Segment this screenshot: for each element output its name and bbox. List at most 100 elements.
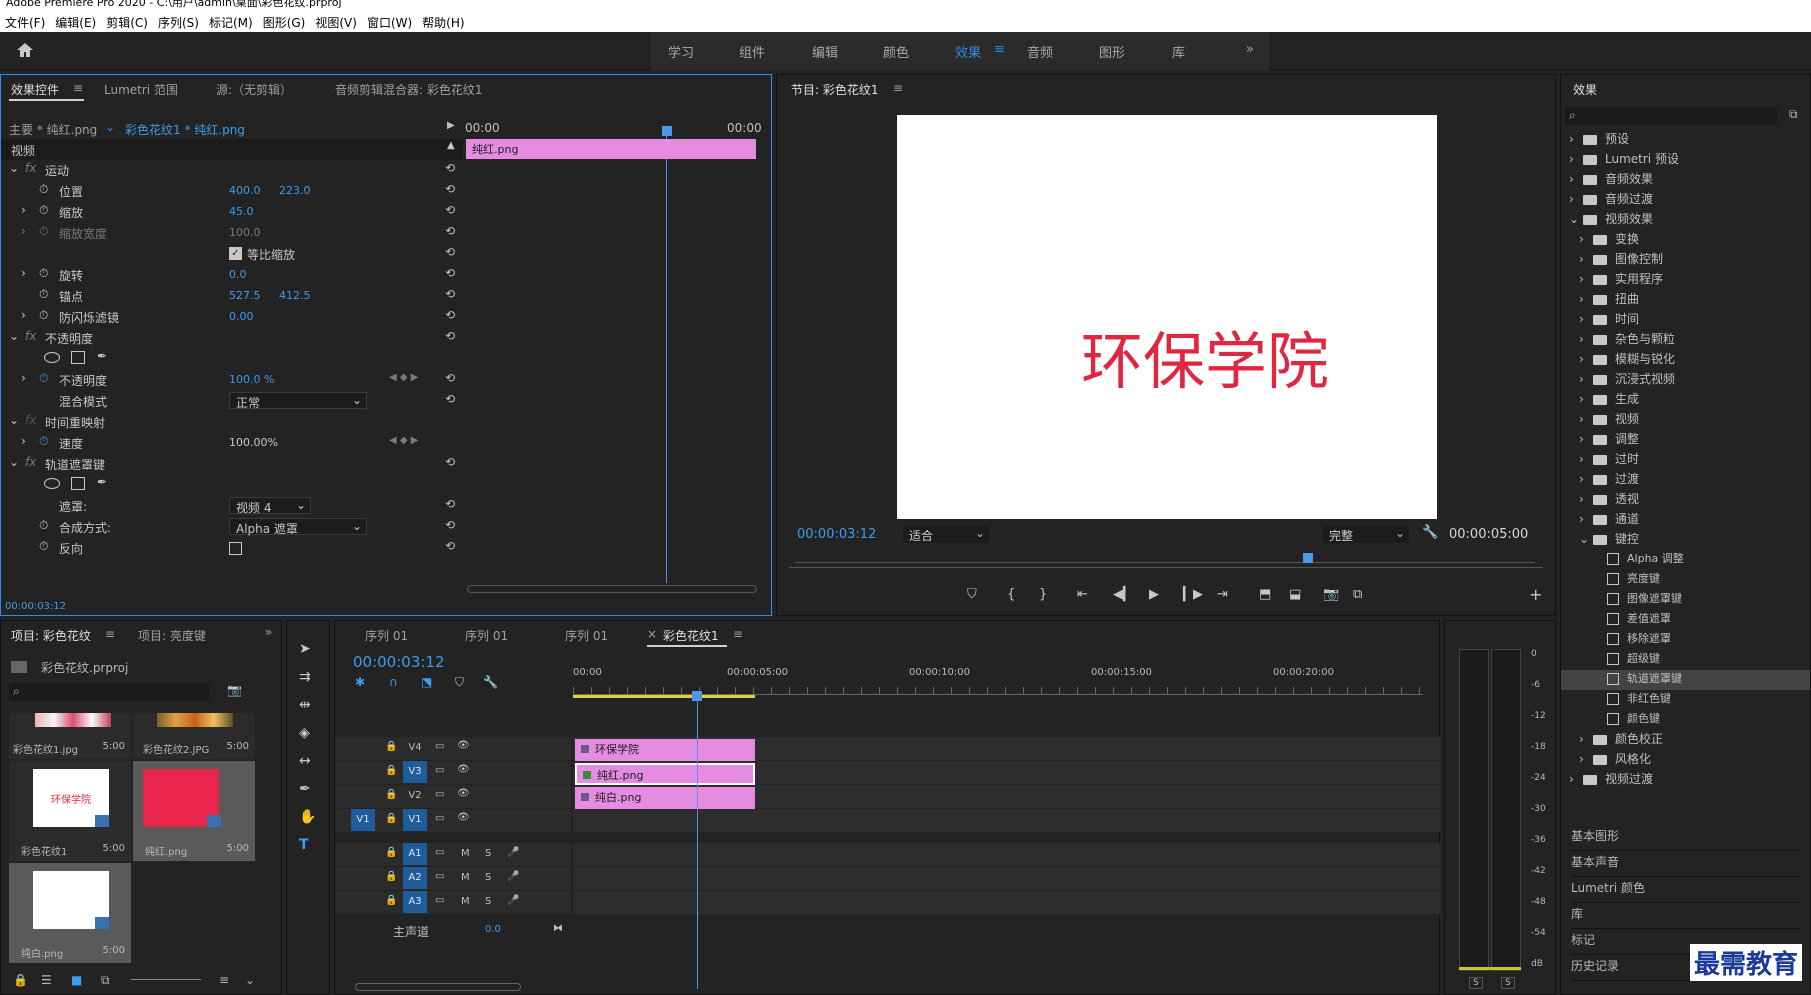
ellipse-mask-icon[interactable]	[44, 352, 60, 363]
tab-project-luma[interactable]: 项目: 亮度键	[138, 627, 206, 644]
lock-track-icon[interactable]: 🔒	[385, 895, 397, 906]
track-target-a3[interactable]: A3	[403, 891, 427, 913]
stopwatch-icon[interactable]: ⏱	[39, 203, 48, 218]
anchor-y-value[interactable]: 412.5	[279, 289, 311, 302]
workspace-tab-libraries[interactable]: 库	[1172, 42, 1185, 61]
project-item[interactable]: 彩色花纹1.jpg 5:00	[9, 713, 131, 759]
timeline-tab-seq1[interactable]: 序列 01	[365, 627, 408, 644]
ellipse-mask-icon[interactable]	[44, 478, 60, 489]
effects-tree-item[interactable]: › 过渡	[1579, 470, 1807, 490]
track-target-v4[interactable]: V4	[403, 737, 427, 759]
effects-tree-item[interactable]: › 沉浸式视频	[1579, 370, 1807, 390]
selection-tool-icon[interactable]: ➤	[299, 641, 311, 657]
effects-tree-item[interactable]: › Lumetri 预设	[1569, 150, 1807, 170]
mute-button[interactable]: M	[461, 848, 470, 859]
reset-icon[interactable]: ⟲	[445, 539, 455, 553]
chevron-right-icon[interactable]: ›	[1579, 292, 1593, 306]
chevron-right-icon[interactable]: ›	[1569, 772, 1583, 786]
effects-tree-item[interactable]: ⌄ 键控	[1579, 530, 1807, 550]
position-y-value[interactable]: 223.0	[279, 184, 311, 197]
timeline-tab-seq2[interactable]: 序列 01	[465, 627, 508, 644]
program-time-ruler[interactable]	[795, 553, 1535, 563]
menu-file[interactable]: 文件(F)	[0, 10, 50, 31]
effects-title[interactable]: 效果	[1573, 81, 1597, 98]
fx-icon[interactable]: fx	[25, 329, 36, 343]
ec-playhead-handle[interactable]	[662, 126, 672, 136]
project-item-selected[interactable]: 纯红.png 5:00	[133, 761, 255, 861]
program-playhead[interactable]	[1303, 553, 1313, 563]
reset-icon[interactable]: ⟲	[445, 371, 455, 385]
effects-tree-item[interactable]: › 时间	[1579, 310, 1807, 330]
track-target-v3[interactable]: V3	[403, 761, 427, 783]
chevron-right-icon[interactable]: ›	[1579, 352, 1593, 366]
track-lane[interactable]	[573, 891, 1441, 914]
workspace-tab-effects[interactable]: 效果	[955, 42, 981, 61]
microphone-icon[interactable]: 🎤	[507, 871, 519, 882]
chevron-right-icon[interactable]: ›	[1579, 312, 1593, 326]
mute-button[interactable]: M	[461, 896, 470, 907]
reset-icon[interactable]: ⟲	[445, 455, 455, 469]
timeline-clip-text[interactable]: 环保学院	[575, 739, 755, 761]
expand-icon[interactable]: ›	[21, 308, 26, 322]
step-back-icon[interactable]: ◀▎	[1113, 587, 1133, 602]
menu-help[interactable]: 帮助(H)	[417, 10, 469, 31]
stopwatch-icon[interactable]: ⏱	[39, 434, 48, 449]
compare-icon[interactable]: ⧉	[1353, 587, 1362, 602]
panel-header-3[interactable]: 库	[1571, 905, 1801, 929]
tab-effect-controls[interactable]: 效果控件	[11, 81, 59, 98]
settings-wrench-icon[interactable]: 🔧	[483, 675, 498, 689]
expand-icon[interactable]: ›	[21, 371, 26, 385]
effects-tree-item[interactable]: › 视频	[1579, 410, 1807, 430]
program-title[interactable]: 节目: 彩色花纹1	[791, 81, 879, 98]
tab-source[interactable]: 源:（无剪辑）	[216, 81, 292, 98]
reverse-checkbox[interactable]	[229, 542, 242, 555]
opacity-value[interactable]: 100.0 %	[229, 373, 274, 386]
effects-tree-item[interactable]: › 风格化	[1579, 750, 1807, 770]
pen-mask-icon[interactable]: ✒	[97, 475, 107, 489]
chevron-right-icon[interactable]: ›	[1579, 412, 1593, 426]
reset-icon[interactable]: ⟲	[445, 161, 455, 175]
sync-lock-icon[interactable]: ▭	[435, 765, 444, 776]
add-marker-icon[interactable]: ⛉	[455, 675, 464, 690]
workspace-tab-color[interactable]: 颜色	[883, 42, 909, 61]
effects-tree-item[interactable]: ⌄ 视频效果	[1569, 210, 1807, 230]
sort-icon[interactable]: ≡	[219, 973, 229, 987]
eye-icon[interactable]: 👁	[457, 788, 470, 799]
project-item[interactable]: 环保学院 彩色花纹1 5:00	[9, 761, 131, 861]
chevron-right-icon[interactable]: ›	[1579, 472, 1593, 486]
extract-icon[interactable]: ⬓	[1289, 587, 1301, 602]
chevron-right-icon[interactable]: ›	[1579, 512, 1593, 526]
expand-icon[interactable]: ⌄	[9, 329, 19, 343]
export-frame-icon[interactable]: 📷	[1323, 587, 1339, 602]
reset-icon[interactable]: ⟲	[445, 329, 455, 343]
sync-lock-icon[interactable]: ▭	[435, 741, 444, 752]
effects-search-input[interactable]: ⌕	[1565, 107, 1777, 125]
chevron-right-icon[interactable]: ›	[1569, 172, 1583, 186]
effects-tree-item[interactable]: › 图像控制	[1579, 250, 1807, 270]
chevron-right-icon[interactable]: ›	[1579, 452, 1593, 466]
chevron-right-icon[interactable]: ›	[1579, 232, 1593, 246]
camera-bin-icon[interactable]: 📷	[227, 683, 242, 697]
track-select-tool-icon[interactable]: ⇉	[299, 669, 311, 685]
microphone-icon[interactable]: 🎤	[507, 847, 519, 858]
motion-row[interactable]: ⌄ fx 运动 ⟲	[1, 159, 463, 180]
expand-icon[interactable]: ›	[21, 266, 26, 280]
hand-tool-icon[interactable]: ✋	[299, 809, 316, 825]
effects-tree-item[interactable]: › 音频过渡	[1569, 190, 1807, 210]
pen-mask-icon[interactable]: ✒	[97, 349, 107, 363]
workspace-tab-assembly[interactable]: 组件	[739, 42, 765, 61]
nest-icon[interactable]: ✱	[355, 675, 365, 689]
work-area-bar[interactable]	[573, 695, 755, 698]
reset-icon[interactable]: ⟲	[445, 224, 455, 238]
track-matte-row[interactable]: ⌄ fx 轨道遮罩键 ⟲	[1, 453, 463, 474]
play-icon[interactable]: ▶	[1149, 587, 1159, 602]
timeline-tab-active[interactable]: 彩色花纹1	[663, 627, 719, 644]
solo-right-button[interactable]: S	[1501, 977, 1515, 989]
ec-clip-bar[interactable]: 纯红.png	[466, 139, 756, 159]
scale-value[interactable]: 45.0	[229, 205, 254, 218]
menu-sequence[interactable]: 序列(S)	[153, 10, 204, 31]
play-only-icon[interactable]: ▶	[447, 120, 455, 131]
menu-graphics[interactable]: 图形(G)	[258, 10, 311, 31]
tab-menu-icon[interactable]: ≡	[893, 81, 903, 95]
project-search-input[interactable]: ⌕	[9, 683, 209, 701]
